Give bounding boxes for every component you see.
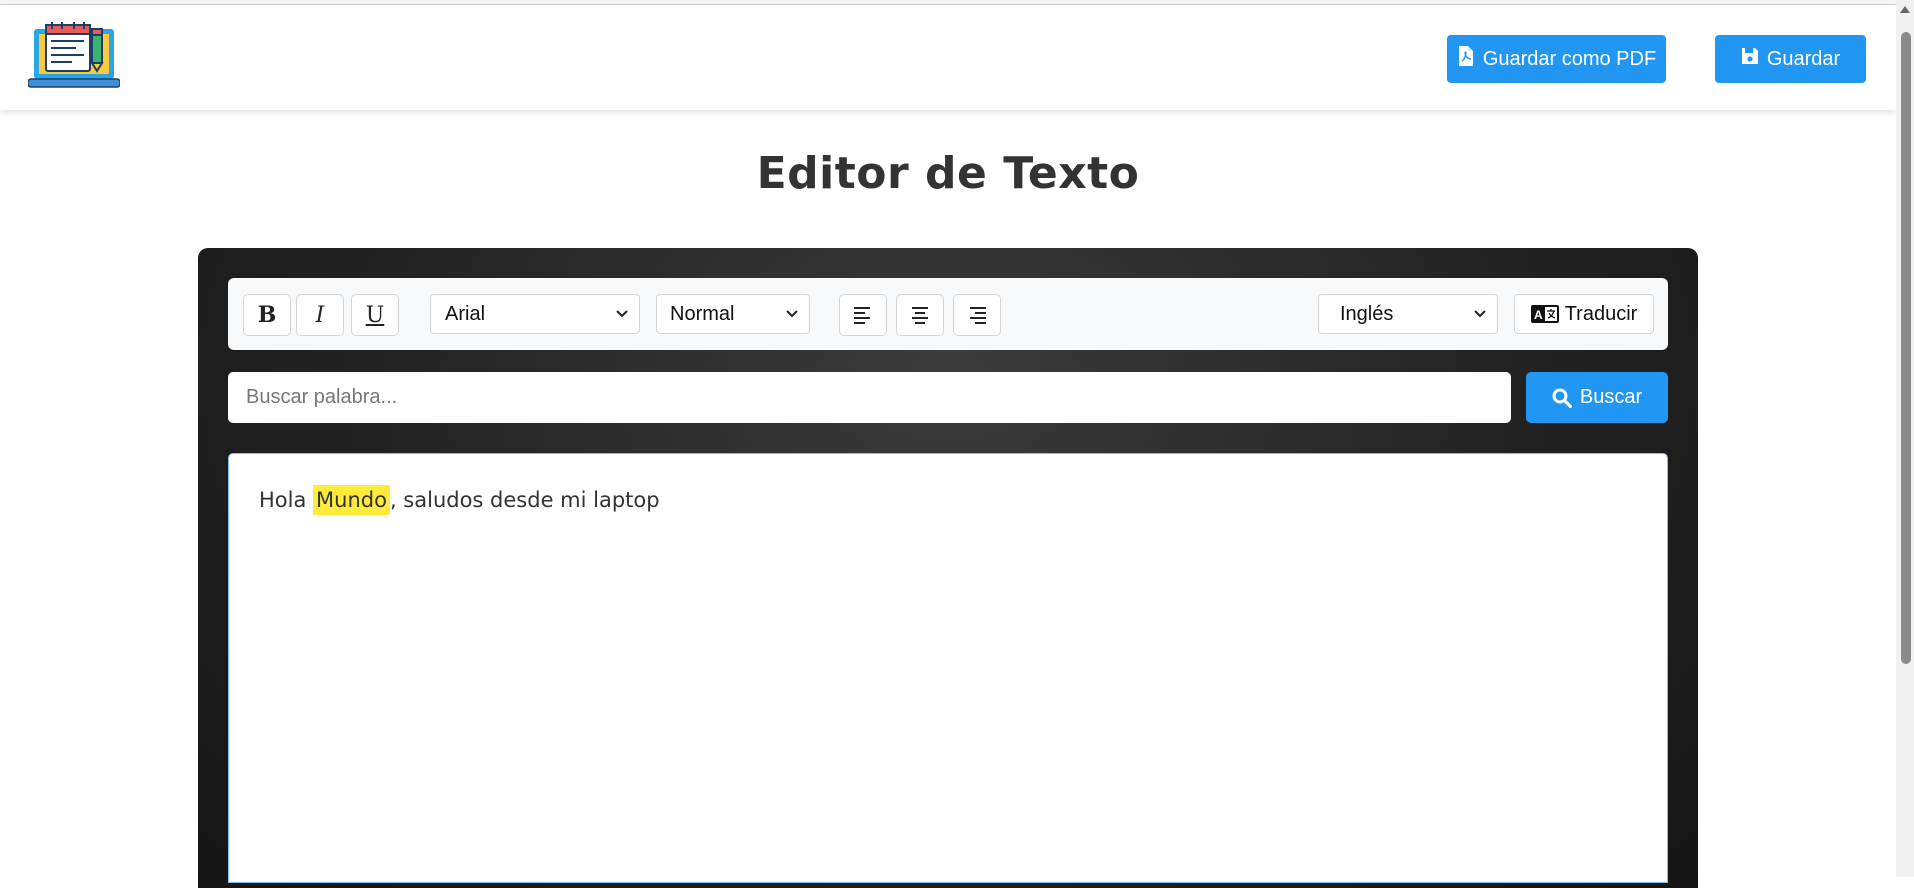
search-highlight: Mundo (313, 485, 390, 515)
save-as-pdf-button[interactable]: Guardar como PDF (1447, 35, 1666, 83)
text-editor-area[interactable]: Hola Mundo, saludos desde mi laptop (228, 453, 1668, 883)
align-right-button[interactable] (953, 294, 1001, 336)
floppy-disk-icon (1741, 46, 1759, 72)
chevron-down-icon (616, 310, 628, 318)
save-label: Guardar (1766, 47, 1841, 70)
align-center-icon (912, 307, 928, 324)
language-value: Inglés (1340, 302, 1394, 325)
italic-button[interactable]: I (296, 294, 344, 336)
bold-button[interactable]: B (243, 294, 291, 336)
translate-label: Traducir (1564, 302, 1638, 325)
svg-text:A: A (1534, 308, 1543, 322)
align-right-icon (970, 307, 986, 324)
search-icon (1552, 388, 1572, 408)
search-button[interactable]: Buscar (1526, 372, 1668, 423)
font-family-select[interactable]: Arial (430, 294, 640, 334)
align-left-button[interactable] (839, 294, 887, 336)
app-header: Guardar como PDF Guardar (0, 5, 1896, 110)
editor-text-end: , saludos desde mi laptop (389, 488, 660, 512)
align-center-button[interactable] (896, 294, 944, 336)
align-left-icon (854, 307, 870, 324)
formatting-toolbar: B I U Arial Normal Inglés A Traducir (228, 278, 1668, 350)
search-button-label: Buscar (1579, 386, 1643, 408)
translate-button[interactable]: A Traducir (1514, 294, 1654, 334)
search-input[interactable] (228, 372, 1511, 423)
underline-button[interactable]: U (351, 294, 399, 336)
save-as-pdf-label: Guardar como PDF (1482, 47, 1657, 70)
chevron-down-icon (1474, 310, 1486, 318)
laptop-document-icon[interactable] (27, 19, 121, 91)
page-scrollbar[interactable] (1896, 0, 1914, 877)
language-icon: A (1530, 305, 1559, 323)
scrollbar-thumb[interactable] (1901, 32, 1911, 664)
language-select[interactable]: Inglés (1318, 294, 1498, 334)
file-pdf-icon (1457, 46, 1475, 72)
font-size-select[interactable]: Normal (656, 294, 810, 334)
font-size-value: Normal (670, 302, 735, 325)
page-title: Editor de Texto (756, 148, 1140, 199)
save-button[interactable]: Guardar (1715, 35, 1866, 83)
chevron-down-icon (786, 310, 798, 318)
font-family-value: Arial (445, 302, 486, 325)
scroll-up-arrow-icon[interactable] (1900, 6, 1910, 13)
editor-text-start: Hola (259, 488, 314, 512)
